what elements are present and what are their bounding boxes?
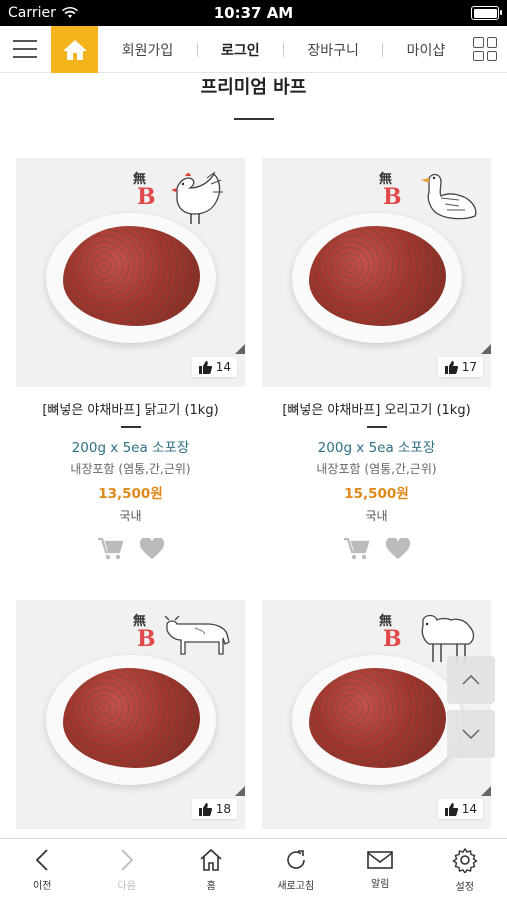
nav-myshop-link[interactable]: 마이샵 xyxy=(407,40,446,60)
cow-icon xyxy=(164,615,230,655)
like-badge[interactable]: 14 xyxy=(437,799,483,819)
heart-icon[interactable] xyxy=(385,538,410,560)
name-divider xyxy=(120,426,141,428)
like-badge[interactable]: 17 xyxy=(437,357,483,377)
tab-label: 이전 xyxy=(33,880,52,892)
name-divider xyxy=(366,426,387,428)
corner-mark xyxy=(235,344,245,354)
cart-icon[interactable] xyxy=(343,538,370,560)
duck-icon xyxy=(421,173,477,220)
home-tab-button[interactable]: 홈 xyxy=(169,839,254,900)
status-bar: Carrier 10:37 AM xyxy=(0,0,507,26)
gear-icon xyxy=(451,847,478,873)
like-badge[interactable]: 18 xyxy=(191,799,237,819)
heart-icon[interactable] xyxy=(139,538,164,560)
like-count: 14 xyxy=(215,360,231,374)
product-desc: 내장포함 (염통,간,근위) xyxy=(70,462,191,476)
section-title: 프리미엄 바프 xyxy=(200,77,307,98)
nav-divider xyxy=(196,42,198,57)
thumbs-up-icon xyxy=(198,802,212,816)
product-image[interactable]: 無 B 18 xyxy=(16,600,245,829)
product-price: 13,500원 xyxy=(98,486,163,502)
tab-label: 설정 xyxy=(455,881,474,893)
meat-image xyxy=(63,668,200,768)
thumbs-up-icon xyxy=(198,360,212,374)
tab-label: 홈 xyxy=(206,880,216,892)
meat-image xyxy=(309,226,446,326)
like-count: 17 xyxy=(461,360,477,374)
hamburger-menu-button[interactable] xyxy=(13,40,37,58)
corner-mark xyxy=(481,786,491,796)
nav-login-link[interactable]: 로그인 xyxy=(221,40,260,60)
nav-divider xyxy=(382,42,384,57)
home-icon xyxy=(200,848,222,871)
product-actions xyxy=(262,538,491,560)
product-info: [뼈넣은 야채바프] 닭고기 (1kg) 200g x 5ea 소포장 내장포함… xyxy=(16,399,245,560)
chevron-up-icon xyxy=(462,675,480,685)
nav-signup-link[interactable]: 회원가입 xyxy=(122,40,174,60)
main-content[interactable]: 프리미엄 바프 無 B 14 [뼈넣은 야채바프] 닭고기 (1kg) 200g… xyxy=(0,73,507,838)
chevron-down-icon xyxy=(462,729,480,739)
tab-label: 알림 xyxy=(371,878,390,890)
refresh-button[interactable]: 새로고침 xyxy=(254,839,339,900)
thumbs-up-icon xyxy=(444,360,458,374)
product-name[interactable]: [뼈넣은 야채바프] 오리고기 (1kg) xyxy=(262,399,491,418)
refresh-icon xyxy=(286,849,305,869)
corner-mark xyxy=(481,344,491,354)
top-nav: 회원가입 로그인 장바구니 마이샵 xyxy=(0,26,507,73)
forward-button[interactable]: 다음 xyxy=(85,839,170,900)
thumbs-up-icon xyxy=(444,802,458,816)
home-icon xyxy=(62,39,87,60)
scroll-up-button[interactable] xyxy=(447,656,495,704)
product-price: 15,500원 xyxy=(344,486,409,502)
product-name[interactable]: [뼈넣은 야채바프] 닭고기 (1kg) xyxy=(16,399,245,418)
bottom-toolbar: 이전 다음 홈 새로고침 알림 설정 xyxy=(0,838,507,900)
like-count: 14 xyxy=(461,802,477,816)
product-pack: 200g x 5ea 소포장 xyxy=(71,440,190,456)
product-actions xyxy=(16,538,245,560)
cart-icon[interactable] xyxy=(97,538,124,560)
nav-divider xyxy=(282,42,284,57)
like-count: 18 xyxy=(215,802,231,816)
chevron-right-icon xyxy=(121,848,134,871)
product-info: [뼈넣은 야채바프] 오리고기 (1kg) 200g x 5ea 소포장 내장포… xyxy=(262,399,491,560)
product-desc: 내장포함 (염통,간,근위) xyxy=(316,462,437,476)
rooster-icon xyxy=(171,171,223,224)
product-pack: 200g x 5ea 소포장 xyxy=(317,440,436,456)
product-card[interactable]: 無 B 17 [뼈넣은 야채바프] 오리고기 (1kg) 200g x 5ea … xyxy=(262,158,491,560)
nav-links: 회원가입 로그인 장바구니 마이샵 xyxy=(110,26,457,73)
home-button[interactable] xyxy=(51,26,98,73)
scroll-down-button[interactable] xyxy=(447,710,495,758)
like-badge[interactable]: 14 xyxy=(191,357,237,377)
title-underline xyxy=(234,118,274,120)
app-screen: { "status_bar": {"carrier": "Carrier", "… xyxy=(0,0,507,900)
tab-label: 다음 xyxy=(117,880,136,892)
battery-icon xyxy=(471,6,502,20)
notifications-button[interactable]: 알림 xyxy=(338,839,423,900)
product-origin: 국내 xyxy=(365,509,388,523)
product-origin: 국내 xyxy=(119,509,142,523)
meat-image xyxy=(309,668,446,768)
clock: 10:37 AM xyxy=(213,4,294,22)
back-button[interactable]: 이전 xyxy=(0,839,85,900)
nav-cart-link[interactable]: 장바구니 xyxy=(307,40,359,60)
product-image[interactable]: 無 B 17 xyxy=(262,158,491,387)
mail-icon xyxy=(367,850,394,869)
chevron-left-icon xyxy=(35,848,48,871)
tab-label: 새로고침 xyxy=(277,880,315,892)
product-image[interactable]: 無 B 14 xyxy=(16,158,245,387)
meat-image xyxy=(63,226,200,326)
corner-mark xyxy=(235,786,245,796)
product-card[interactable]: 無 B 14 [뼈넣은 야채바프] 닭고기 (1kg) 200g x 5ea 소… xyxy=(16,158,245,560)
settings-button[interactable]: 설정 xyxy=(423,839,507,900)
grid-menu-button[interactable] xyxy=(473,37,497,61)
product-card[interactable]: 無 B 18 xyxy=(16,600,245,829)
